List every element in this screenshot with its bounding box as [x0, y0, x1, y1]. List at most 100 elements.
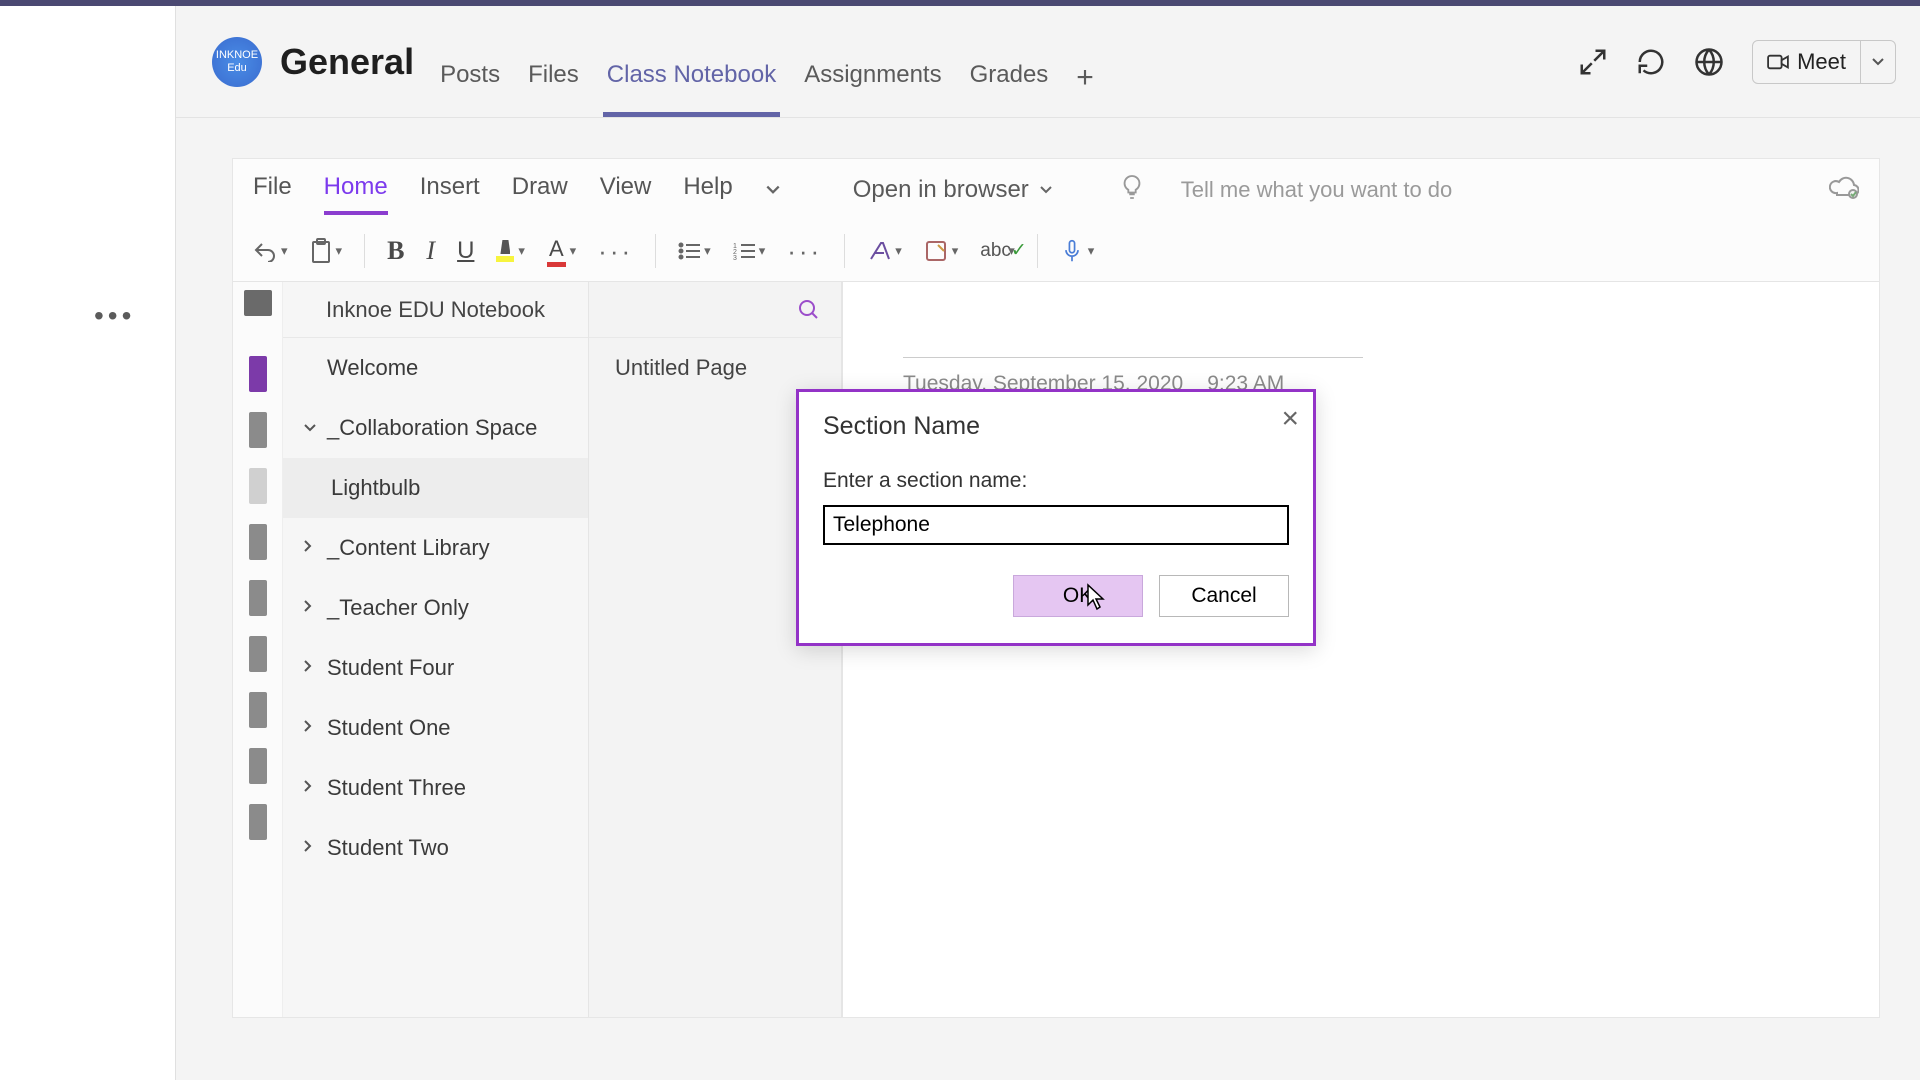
video-icon	[1767, 53, 1789, 71]
lightbulb-icon[interactable]	[1121, 174, 1143, 207]
chevron-right-icon	[303, 779, 319, 797]
ribbon-home[interactable]: Home	[324, 173, 388, 207]
section-content-library[interactable]: _Content Library	[283, 518, 588, 578]
highlight-button[interactable]: ▾	[496, 240, 525, 262]
bold-button[interactable]: B	[387, 236, 404, 266]
tab-files[interactable]: Files	[528, 21, 579, 117]
search-icon[interactable]	[797, 298, 821, 322]
separator	[844, 234, 845, 268]
undo-icon	[253, 240, 277, 262]
chevron-right-icon	[303, 539, 319, 557]
globe-icon[interactable]	[1694, 47, 1724, 77]
cancel-button[interactable]: Cancel	[1159, 575, 1289, 617]
section-collaboration-space[interactable]: _Collaboration Space	[283, 398, 588, 458]
section-label: Student One	[327, 715, 451, 741]
section-tab-s4[interactable]	[249, 636, 267, 672]
font-color-button[interactable]: A ▾	[547, 236, 576, 267]
notebook-title-bar: Inknoe EDU Notebook	[283, 282, 588, 338]
ok-button[interactable]: OK	[1013, 575, 1143, 617]
sync-icon[interactable]	[1829, 175, 1859, 206]
chevron-right-icon	[303, 839, 319, 857]
ribbon-help[interactable]: Help	[683, 173, 732, 207]
ribbon-file[interactable]: File	[253, 173, 292, 207]
ribbon-more-chevron[interactable]	[765, 180, 781, 201]
section-label: _Teacher Only	[327, 595, 469, 621]
open-in-browser-label: Open in browser	[853, 176, 1029, 204]
page-title-input[interactable]	[903, 322, 1363, 358]
clipboard-icon	[310, 238, 332, 264]
team-avatar[interactable]: INKNOE Edu	[212, 37, 262, 87]
bullet-list-button[interactable]: ▾	[678, 242, 711, 260]
meet-label: Meet	[1797, 49, 1846, 75]
section-tab-s1[interactable]	[249, 692, 267, 728]
section-tab-lightbulb[interactable]	[249, 468, 267, 504]
more-icon[interactable]: •••	[94, 300, 135, 332]
dialog-close-icon[interactable]: ×	[1281, 404, 1299, 434]
section-label: Student Three	[327, 775, 466, 801]
tab-posts[interactable]: Posts	[440, 21, 500, 117]
ribbon-draw[interactable]: Draw	[512, 173, 568, 207]
tags-button[interactable]: ▾	[924, 239, 959, 263]
section-label: Lightbulb	[331, 475, 420, 501]
channel-title: General	[280, 41, 414, 83]
page-label: Untitled Page	[615, 355, 747, 381]
spellcheck-icon: abc✓	[980, 239, 1004, 263]
section-teacher-only[interactable]: _Teacher Only	[283, 578, 588, 638]
chevron-down-icon	[1039, 185, 1053, 195]
onenote-frame: File Home Insert Draw View Help Open in …	[232, 158, 1880, 1018]
section-lightbulb[interactable]: Lightbulb	[283, 458, 588, 518]
bullets-icon	[678, 242, 700, 260]
reload-icon[interactable]	[1636, 47, 1666, 77]
more-formatting-icon[interactable]: ···	[598, 236, 633, 267]
add-tab-icon[interactable]: +	[1076, 61, 1094, 117]
spellcheck-button[interactable]: abc✓ ▾	[980, 239, 1015, 263]
expand-icon[interactable]	[1578, 47, 1608, 77]
section-tab-welcome[interactable]	[249, 356, 267, 392]
section-label: _Content Library	[327, 535, 490, 561]
ribbon-view[interactable]: View	[600, 173, 652, 207]
channel-header: INKNOE Edu General Posts Files Class Not…	[176, 6, 1920, 118]
underline-button[interactable]: U	[457, 237, 474, 265]
more-paragraph-icon[interactable]: ···	[787, 236, 822, 267]
section-student-four[interactable]: Student Four	[283, 638, 588, 698]
numbering-icon: 123	[733, 242, 755, 260]
chevron-down-icon	[303, 420, 319, 437]
dictate-button[interactable]: ▾	[1060, 239, 1095, 263]
separator	[364, 234, 365, 268]
section-name-input[interactable]	[823, 505, 1289, 545]
dialog-title: Section Name	[823, 412, 1289, 441]
section-student-three[interactable]: Student Three	[283, 758, 588, 818]
notebook-sidebar-rail	[233, 282, 283, 1017]
dialog-label: Enter a section name:	[823, 469, 1289, 493]
section-label: _Collaboration Space	[327, 415, 537, 441]
rail-divider	[175, 6, 176, 1080]
notebook-icon[interactable]	[244, 290, 272, 316]
microphone-icon	[1060, 239, 1084, 263]
tag-icon	[924, 239, 948, 263]
meet-button-chevron[interactable]	[1860, 41, 1895, 83]
styles-button[interactable]: ▾	[867, 239, 902, 263]
section-student-two[interactable]: Student Two	[283, 818, 588, 878]
numbered-list-button[interactable]: 123 ▾	[733, 242, 766, 260]
meet-button-main[interactable]: Meet	[1753, 49, 1860, 75]
undo-button[interactable]: ▾	[253, 240, 288, 262]
section-welcome[interactable]: Welcome	[283, 338, 588, 398]
section-tab-s3[interactable]	[249, 748, 267, 784]
meet-button: Meet	[1752, 40, 1896, 84]
tab-assignments[interactable]: Assignments	[804, 21, 941, 117]
tab-class-notebook[interactable]: Class Notebook	[607, 21, 776, 117]
ribbon-insert[interactable]: Insert	[420, 173, 480, 207]
chevron-down-icon	[765, 184, 781, 196]
section-tab-collab[interactable]	[249, 412, 267, 448]
open-in-browser[interactable]: Open in browser	[853, 176, 1053, 204]
ribbon-toolbar: ▾ ▾ B I U ▾ A ▾	[233, 221, 1879, 281]
section-student-one[interactable]: Student One	[283, 698, 588, 758]
tellme-text[interactable]: Tell me what you want to do	[1181, 177, 1452, 203]
paste-button[interactable]: ▾	[310, 238, 343, 264]
section-tab-teacher[interactable]	[249, 580, 267, 616]
section-tab-s2[interactable]	[249, 804, 267, 840]
italic-button[interactable]: I	[426, 236, 435, 266]
notebook-title: Inknoe EDU Notebook	[297, 297, 574, 323]
section-tab-content[interactable]	[249, 524, 267, 560]
tab-grades[interactable]: Grades	[970, 21, 1049, 117]
